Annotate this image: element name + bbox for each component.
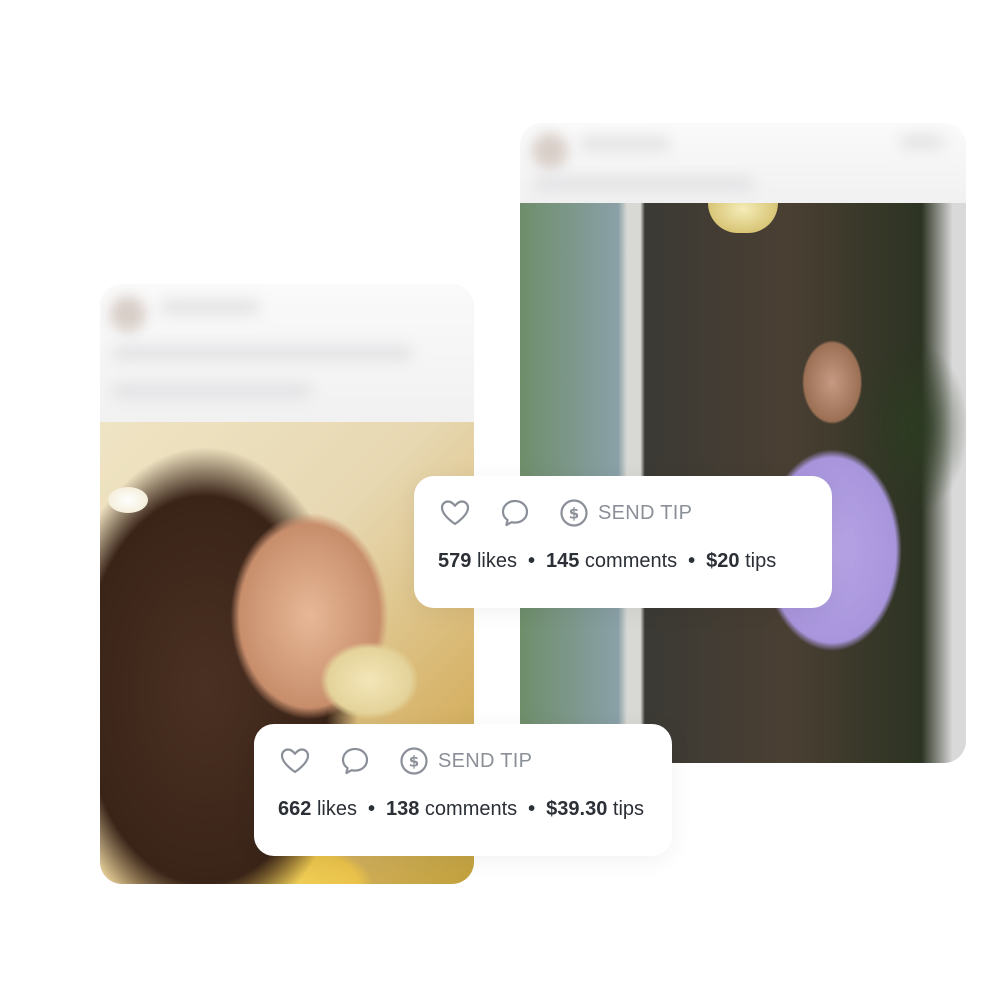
post-stats: 579 likes • 145 comments • $20 tips [438,550,776,573]
tips-amount: $39.30 [546,798,608,820]
comment-button[interactable] [498,496,532,530]
heart-icon [440,500,470,526]
send-tip-button[interactable]: $ SEND TIP [398,745,532,777]
blurred-post-header [520,123,966,203]
separator-dot: • [688,550,696,572]
likes-word: likes [476,550,517,572]
tips-word: tips [745,550,777,572]
separator-dot: • [527,550,535,572]
likes-count: 579 [438,550,472,572]
dollar-circle-icon: $ [400,747,428,775]
send-tip-button[interactable]: $ SEND TIP [558,497,692,529]
ceiling-lamp [708,203,778,233]
comment-bubble-icon [341,747,369,775]
comment-bubble-icon [501,499,529,527]
post-actions-panel: $ SEND TIP 579 likes • 145 comments • $2… [414,476,832,608]
tips-word: tips [612,798,645,820]
blurred-menu [900,135,944,149]
actions-row: $ SEND TIP [278,744,532,778]
tips-amount: $20 [706,550,740,572]
blurred-caption [534,177,754,191]
comments-word: comments [424,798,518,820]
svg-text:$: $ [569,505,579,523]
svg-text:$: $ [409,753,419,771]
likes-stat[interactable]: 662 likes [278,798,357,821]
like-button[interactable] [438,496,472,530]
actions-row: $ SEND TIP [438,496,692,530]
blurred-username [580,137,670,151]
comments-stat[interactable]: 145 comments [546,550,677,573]
avatar [532,133,568,169]
likes-stat[interactable]: 579 likes [438,550,517,573]
post-actions-panel: $ SEND TIP 662 likes • 138 comments • $3… [254,724,672,856]
comments-stat[interactable]: 138 comments [386,798,517,821]
likes-count: 662 [278,798,312,820]
blurred-username [160,300,260,314]
blurred-post-header [100,284,474,422]
blurred-caption-2 [112,384,312,398]
send-tip-label: SEND TIP [598,501,693,524]
comments-count: 138 [385,798,420,820]
separator-dot: • [367,798,375,820]
dollar-circle-icon: $ [560,499,588,527]
tips-stat: $20 tips [706,550,776,573]
post-card-back [520,123,966,763]
comment-button[interactable] [338,744,372,778]
send-tip-label: SEND TIP [438,749,533,772]
likes-word: likes [316,798,357,820]
separator-dot: • [528,798,536,820]
ceiling-light [108,487,148,513]
blurred-caption [112,346,412,360]
like-button[interactable] [278,744,312,778]
comments-count: 145 [545,550,580,572]
heart-icon [280,748,310,774]
post-stats: 662 likes • 138 comments • $39.30 tips [278,798,644,821]
avatar [110,296,146,332]
tips-stat: $39.30 tips [546,798,644,821]
comments-word: comments [584,550,678,572]
